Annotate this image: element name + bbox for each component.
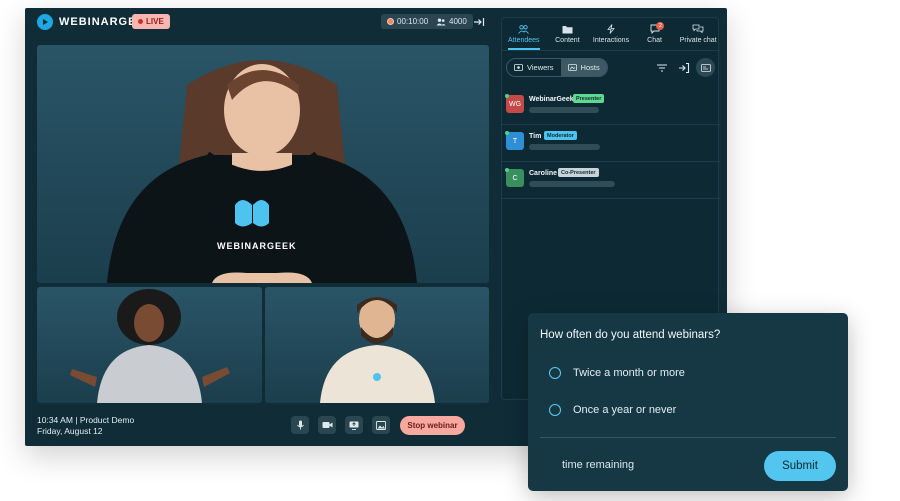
attendee-name: WebinarGeek [529, 96, 574, 103]
hosts-segment[interactable]: Hosts [560, 59, 607, 76]
poll-option[interactable]: Once a year or never [549, 404, 676, 416]
online-indicator-icon [505, 94, 509, 98]
caption-button[interactable] [696, 58, 715, 77]
attendee-row[interactable]: WG WebinarGeek Presenter [502, 88, 720, 125]
live-label: LIVE [146, 17, 164, 26]
timer-value: 00:10:00 [397, 17, 429, 26]
tab-attendees[interactable]: Attendees [502, 18, 546, 50]
users-icon [436, 18, 446, 25]
lightning-icon [607, 24, 615, 34]
tab-chat-label: Chat [647, 37, 662, 44]
meeting-info: 10:34 AM | Product Demo Friday, August 1… [37, 415, 134, 437]
online-indicator-icon [505, 131, 509, 135]
live-badge: LIVE [132, 14, 170, 29]
online-indicator-icon [505, 168, 509, 172]
attendee-detail-placeholder [529, 107, 599, 113]
meeting-date: Friday, August 12 [37, 426, 103, 436]
hosts-icon [567, 64, 577, 71]
viewer-count-chip[interactable]: 4000 [430, 14, 473, 29]
role-badge: Presenter [573, 94, 605, 103]
tab-interactions[interactable]: Interactions [589, 18, 633, 50]
poll-option-label: Twice a month or more [573, 367, 685, 379]
hosts-label: Hosts [580, 63, 600, 72]
tab-interactions-label: Interactions [592, 37, 630, 44]
radio-button[interactable] [549, 367, 561, 379]
attendee-name: Tim [529, 133, 542, 140]
microphone-button[interactable] [291, 416, 309, 434]
attendee-video-tile-right[interactable] [265, 287, 489, 403]
record-icon [387, 18, 394, 25]
attendee-name: Caroline [529, 170, 558, 177]
viewers-hosts-toggle: Viewers Hosts [506, 58, 608, 77]
tab-attendees-label: Attendees [508, 36, 540, 44]
svg-text:WEBINARGEEK: WEBINARGEEK [217, 241, 297, 251]
users-icon [518, 24, 530, 34]
microphone-icon [296, 420, 304, 430]
camera-button[interactable] [318, 416, 336, 434]
background-image-button[interactable] [372, 416, 390, 434]
role-badge: Moderator [544, 131, 577, 140]
tab-content-label: Content [555, 36, 580, 44]
meeting-time-title: 10:34 AM | Product Demo [37, 415, 135, 425]
tab-private-chat-label: Private chat [679, 37, 717, 44]
filter-icon[interactable] [656, 62, 668, 74]
time-remaining-label: time remaining [562, 459, 635, 471]
presenter-video: WEBINARGEEK [107, 60, 417, 283]
live-dot-icon [138, 19, 143, 24]
viewers-segment[interactable]: Viewers [507, 59, 561, 76]
viewers-label: Viewers [527, 63, 554, 72]
attendee-detail-placeholder [529, 144, 600, 150]
tab-private-chat[interactable]: Private chat [676, 18, 720, 50]
viewer-count: 4000 [449, 17, 467, 26]
avatar: T [506, 132, 524, 150]
attendee-video [320, 297, 435, 403]
poll-option-label: Once a year or never [573, 404, 677, 416]
recording-timer: 00:10:00 [381, 14, 435, 29]
poll-question: How often do you attend webinars? [540, 329, 721, 341]
private-chat-icon [692, 24, 704, 34]
play-logo-icon [37, 14, 53, 30]
attendee-video-tile-left[interactable] [37, 287, 262, 403]
folder-icon [562, 25, 573, 33]
radio-button[interactable] [549, 404, 561, 416]
tab-divider [502, 50, 720, 51]
poll-divider [540, 437, 836, 438]
avatar: C [506, 169, 524, 187]
caption-icon [700, 63, 711, 72]
avatar: WG [506, 95, 524, 113]
sign-in-icon[interactable] [678, 62, 690, 74]
stop-webinar-button[interactable]: Stop webinar [400, 416, 465, 435]
main-video-tile[interactable]: WEBINARGEEK [37, 45, 489, 283]
exit-icon[interactable] [473, 16, 485, 28]
poll-card: How often do you attend webinars? Twice … [528, 313, 848, 491]
attendee-row[interactable]: C Caroline Co-Presenter [502, 162, 720, 199]
submit-button[interactable]: Submit [764, 451, 836, 481]
tab-content[interactable]: Content [546, 18, 590, 50]
screen-share-button[interactable] [345, 416, 363, 434]
image-icon [376, 420, 386, 430]
attendee-row[interactable]: T Tim Moderator [502, 125, 720, 162]
sidebar-tabs: Attendees Content Interactions 2 Chat Pr… [502, 18, 720, 50]
poll-option[interactable]: Twice a month or more [549, 367, 685, 379]
chat-unread-badge: 2 [656, 22, 665, 30]
role-badge: Co-Presenter [558, 168, 599, 177]
screen-share-icon [349, 421, 359, 430]
attendee-detail-placeholder [529, 181, 615, 187]
camera-icon [322, 422, 332, 428]
viewers-icon [514, 64, 523, 71]
attendee-video [70, 289, 230, 403]
tab-chat[interactable]: 2 Chat [633, 18, 677, 50]
